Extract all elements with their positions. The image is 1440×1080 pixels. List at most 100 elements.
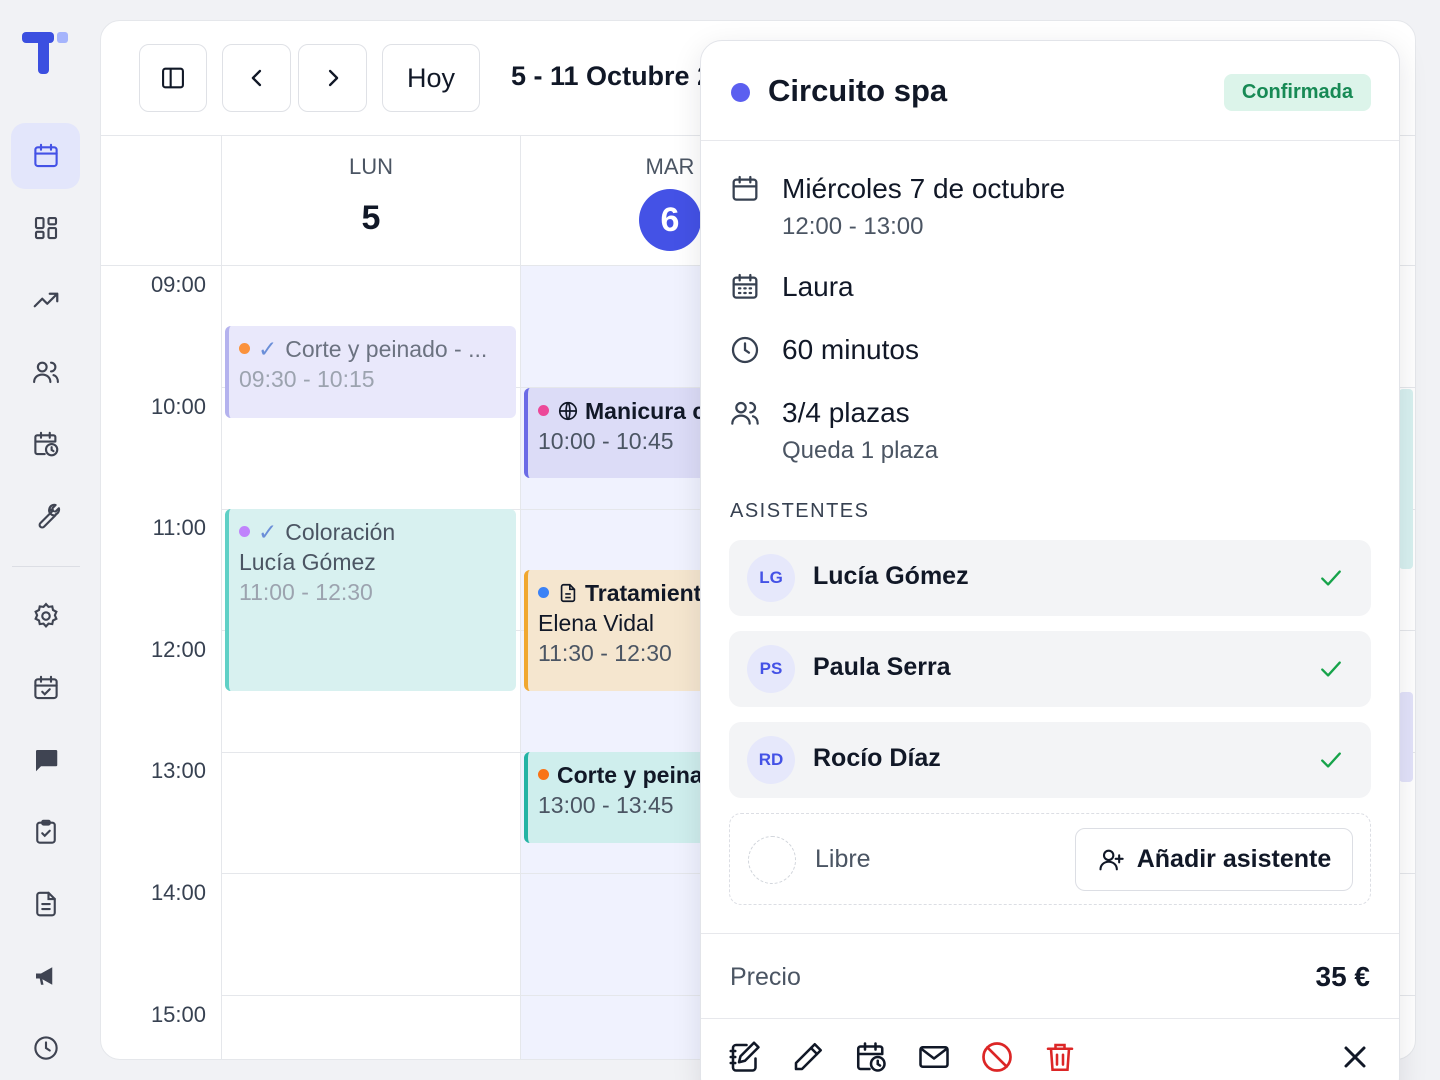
event-card[interactable]: ✓ Corte y peinado - ... 09:30 - 10:15 <box>225 326 516 418</box>
day-number-tue-today[interactable]: 6 <box>639 189 701 251</box>
document-icon[interactable] <box>11 871 80 937</box>
event-color-dot <box>239 526 250 538</box>
today-button[interactable]: Hoy <box>382 44 480 112</box>
price-value: 35 € <box>1315 961 1371 992</box>
users-icon <box>731 401 759 425</box>
event-time: 11:30 - 12:30 <box>538 640 672 666</box>
appointment-time: 12:00 - 13:00 <box>782 213 924 240</box>
appointment-detail-popover: Circuito spa Confirmada Miércoles 7 de o… <box>700 40 1400 1080</box>
mail-icon[interactable] <box>916 1039 952 1075</box>
avatar: LG <box>747 554 795 602</box>
hour-label: 14:00 <box>150 880 206 905</box>
wrench-icon[interactable] <box>11 483 80 549</box>
hour-label: 09:00 <box>150 272 206 297</box>
toggle-sidebar-button[interactable] <box>139 44 207 112</box>
hour-label: 12:00 <box>150 637 206 662</box>
trash-icon[interactable] <box>1042 1039 1078 1075</box>
service-color-dot <box>731 83 750 102</box>
clipboard-check-icon[interactable] <box>11 799 80 865</box>
event-time: 09:30 - 10:15 <box>239 366 375 392</box>
trending-up-icon[interactable] <box>11 267 80 333</box>
check-icon: ✓ <box>258 336 278 362</box>
attendee-name: Lucía Gómez <box>813 562 969 590</box>
status-badge: Confirmada <box>1223 74 1371 111</box>
free-slot-label: Libre <box>815 845 871 873</box>
staff-name: Laura <box>782 271 854 302</box>
day-number-mon[interactable]: 5 <box>311 199 431 238</box>
event-title: Corte y peina <box>557 762 703 788</box>
hour-label: 13:00 <box>150 758 206 783</box>
user-plus-icon <box>1099 849 1124 870</box>
check-icon <box>1321 570 1341 586</box>
reschedule-icon[interactable] <box>853 1039 889 1075</box>
previous-week-button[interactable] <box>222 44 291 112</box>
calendar-clock-icon[interactable] <box>11 411 80 477</box>
popover-divider <box>701 1018 1399 1019</box>
document-icon <box>560 583 576 602</box>
clock-icon <box>731 336 759 364</box>
globe-icon <box>558 401 578 420</box>
event-color-dot <box>239 343 250 355</box>
calendar-icon[interactable] <box>11 123 80 189</box>
attendee-name: Paula Serra <box>813 653 951 681</box>
calendar-icon <box>732 175 758 201</box>
event-client: Elena Vidal <box>538 610 654 636</box>
sidebar-rail <box>0 0 90 1080</box>
free-slot-row: Libre Añadir asistente <box>729 813 1371 905</box>
event-title: Coloración <box>285 519 396 545</box>
event-card[interactable]: Manicura c 10:00 - 10:45 <box>524 388 714 478</box>
chat-icon[interactable] <box>11 727 80 793</box>
time-gutter-divider <box>221 135 222 1059</box>
attendee-row[interactable]: PS Paula Serra <box>729 631 1371 707</box>
calendar-check-icon[interactable] <box>11 655 80 721</box>
event-title: Corte y peinado - ... <box>285 336 488 362</box>
megaphone-icon[interactable] <box>11 943 80 1009</box>
settings-icon[interactable] <box>11 583 80 649</box>
app-logo[interactable] <box>22 32 70 76</box>
event-time: 13:00 - 13:45 <box>538 792 674 818</box>
add-attendee-button[interactable]: Añadir asistente <box>1075 828 1353 891</box>
add-attendee-label: Añadir asistente <box>1136 845 1332 873</box>
users-icon[interactable] <box>11 339 80 405</box>
event-time: 11:00 - 12:30 <box>239 579 373 605</box>
event-color-dot <box>538 587 549 599</box>
event-card-partial[interactable] <box>1399 692 1413 782</box>
remaining-places: Queda 1 plaza <box>782 437 939 464</box>
rail-divider <box>12 566 80 567</box>
clock-icon[interactable] <box>11 1015 80 1080</box>
event-card[interactable]: ✓ Coloración Lucía Gómez 11:00 - 12:30 <box>225 509 516 691</box>
event-card-partial[interactable] <box>1399 389 1413 569</box>
empty-avatar <box>748 836 796 884</box>
hour-label: 15:00 <box>150 1002 206 1027</box>
avatar: PS <box>747 645 795 693</box>
edit-notes-icon[interactable] <box>727 1039 763 1075</box>
event-color-dot <box>538 769 549 781</box>
attendee-name: Rocío Díaz <box>813 744 941 772</box>
popover-divider <box>701 140 1399 141</box>
close-icon[interactable] <box>1337 1039 1373 1075</box>
next-week-button[interactable] <box>298 44 367 112</box>
event-client: Lucía Gómez <box>239 549 376 575</box>
dashboard-icon[interactable] <box>11 195 80 261</box>
day-divider <box>520 135 521 1059</box>
appointment-date: Miércoles 7 de octubre <box>782 173 1066 204</box>
check-icon <box>1321 752 1341 768</box>
attendee-row[interactable]: LG Lucía Gómez <box>729 540 1371 616</box>
pencil-icon[interactable] <box>790 1039 826 1075</box>
event-card[interactable]: Corte y peina 13:00 - 13:45 <box>524 752 714 843</box>
event-card[interactable]: Tratamient Elena Vidal 11:30 - 12:30 <box>524 570 714 691</box>
event-title: Tratamient <box>585 580 702 606</box>
staff-calendar-icon <box>732 273 758 299</box>
attendees-heading: ASISTENTES <box>730 500 870 522</box>
hour-label: 10:00 <box>150 394 206 419</box>
popover-divider <box>701 933 1399 934</box>
appointment-title: Circuito spa <box>768 73 948 108</box>
hour-label: 11:00 <box>152 515 206 540</box>
capacity: 3/4 plazas <box>782 397 910 428</box>
avatar: RD <box>747 736 795 784</box>
attendee-row[interactable]: RD Rocío Díaz <box>729 722 1371 798</box>
cancel-appointment-icon[interactable] <box>979 1039 1015 1075</box>
day-name-mon: LUN <box>348 154 393 179</box>
event-title: Manicura c <box>585 398 706 424</box>
duration: 60 minutos <box>782 334 919 365</box>
